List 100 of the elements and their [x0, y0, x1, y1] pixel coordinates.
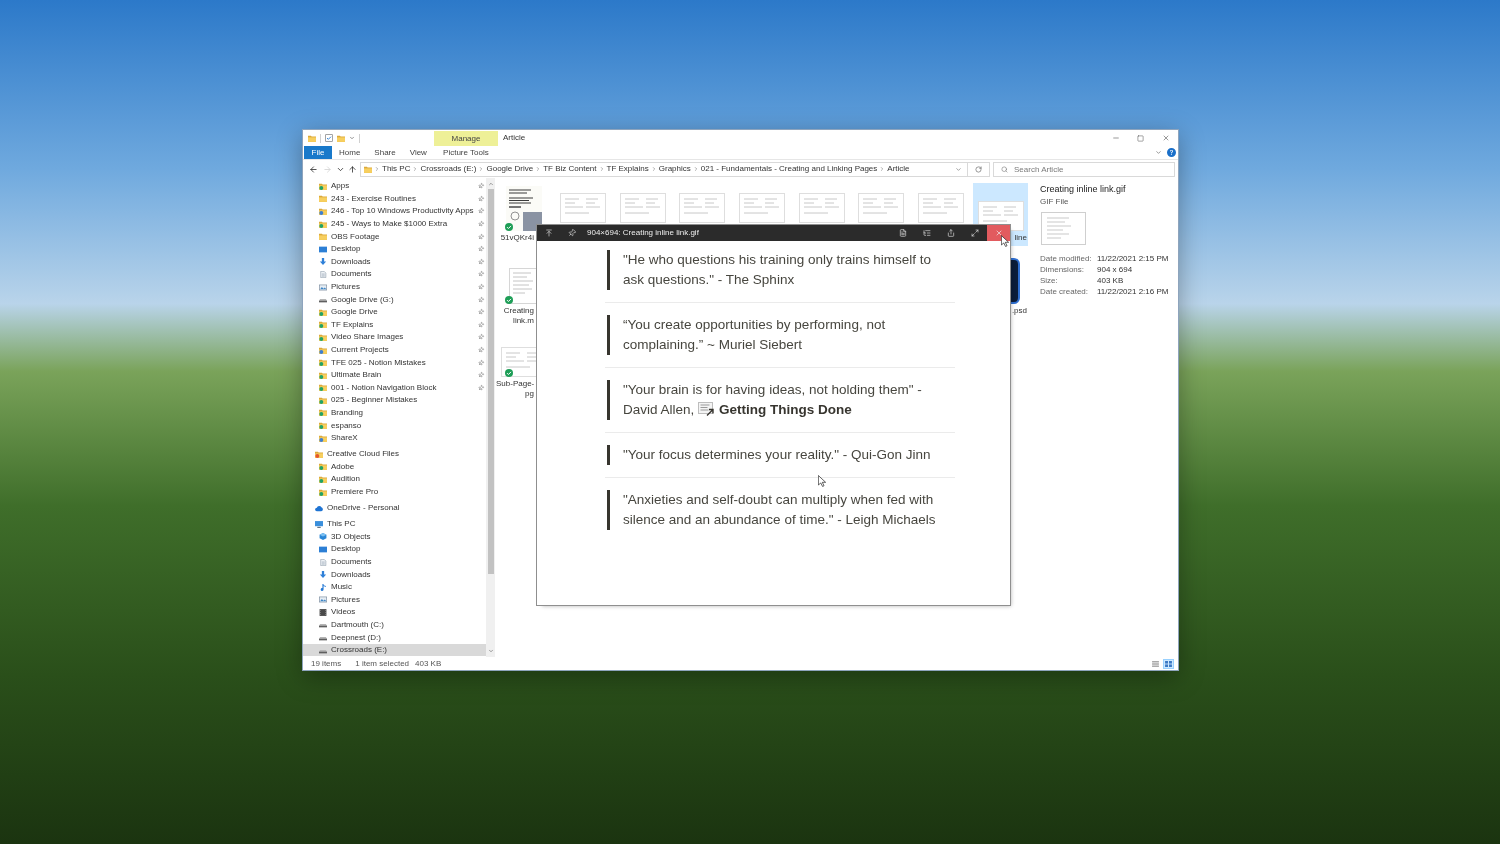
up-arrow-icon[interactable] [347, 164, 357, 174]
folder-icon[interactable] [308, 134, 316, 142]
synced-folder-icon [319, 463, 327, 471]
scroll-up-icon[interactable] [487, 181, 494, 187]
breadcrumb[interactable]: Article [887, 164, 910, 174]
page-link[interactable]: Getting Things Done [719, 402, 852, 417]
refresh-icon [975, 165, 982, 173]
pin-to-top-icon[interactable] [545, 229, 553, 237]
minimize-icon[interactable] [1111, 134, 1120, 142]
file-tab[interactable]: File [304, 146, 332, 159]
ribbon-tab[interactable]: Home [332, 146, 368, 159]
sidebar-item[interactable]: TF Explains [303, 318, 486, 332]
cube-icon [319, 533, 327, 541]
sidebar-item[interactable]: Creative Cloud Files [303, 447, 486, 461]
film-icon [319, 608, 327, 616]
sidebar-item[interactable]: Crossroads (E:) [303, 643, 486, 657]
sidebar-item[interactable]: OneDrive - Personal [303, 501, 486, 515]
sidebar-item[interactable]: espanso [303, 419, 486, 432]
sidebar-item[interactable]: 3D Objects [303, 530, 486, 544]
selection-info: 1 item selected [355, 657, 410, 670]
quote-bar [607, 250, 610, 290]
property-label: Date modified: [1040, 252, 1093, 265]
sidebar-item[interactable]: Music [303, 580, 486, 594]
drive-icon [319, 296, 327, 304]
ribbon-tab[interactable]: Picture Tools [433, 146, 498, 159]
breadcrumb[interactable]: This PC [382, 164, 411, 174]
sidebar-item[interactable]: Premiere Pro [303, 485, 486, 499]
chevron-right-icon [598, 166, 605, 172]
close-icon[interactable] [1161, 134, 1170, 142]
document-icon[interactable] [899, 229, 907, 237]
quote-text: “You create opportunities by performing, not complaining.” ~ Muriel Siebert [623, 316, 887, 354]
picture-icon [319, 596, 327, 604]
scrollbar[interactable] [486, 178, 495, 657]
list-tree-icon[interactable] [923, 229, 931, 237]
sidebar-item[interactable]: OBS Footage [303, 230, 486, 243]
sidebar-item[interactable]: Adobe [303, 460, 486, 474]
chevron-right-icon [692, 166, 699, 172]
sidebar-item[interactable]: 245 - Ways to Make $1000 Extra [303, 217, 486, 231]
sidebar-item[interactable]: ShareX [303, 431, 486, 445]
sidebar-item[interactable]: 025 - Beginner Mistakes [303, 394, 486, 407]
scroll-down-icon[interactable] [487, 648, 494, 654]
breadcrumb[interactable]: Graphics [658, 164, 691, 174]
sidebar-item[interactable]: Desktop [303, 242, 486, 256]
refresh-button[interactable] [968, 161, 990, 177]
ribbon-tab[interactable]: View [402, 146, 434, 159]
ribbon-tab[interactable]: Share [367, 146, 403, 159]
help-icon[interactable] [1167, 148, 1176, 157]
breadcrumb[interactable]: Google Drive [486, 164, 534, 174]
file-item[interactable]: 51vQKr4i [496, 183, 551, 246]
properties-icon[interactable] [325, 134, 333, 142]
sidebar-item[interactable]: Documents [303, 268, 486, 281]
view-button[interactable] [1150, 658, 1161, 669]
folder-icon [319, 195, 327, 203]
breadcrumb[interactable]: 021 - Fundamentals - Creating and Linking Pages [700, 164, 878, 174]
share-icon[interactable] [947, 229, 955, 237]
sidebar-item[interactable]: Apps [303, 180, 486, 193]
sidebar-item[interactable]: TFE 025 - Notion Mistakes [303, 356, 486, 369]
details-view-icon [1152, 660, 1159, 667]
scrollbar-thumb[interactable] [487, 189, 494, 574]
sidebar-item[interactable]: Ultimate Brain [303, 368, 486, 382]
search-field[interactable]: Search Article [993, 161, 1175, 177]
sidebar-item[interactable]: Documents [303, 555, 486, 569]
sidebar-item[interactable]: 246 - Top 10 Windows Productivity Apps [303, 205, 486, 218]
sidebar-item[interactable]: 243 - Exercise Routines [303, 192, 486, 206]
sidebar-item[interactable]: Branding [303, 406, 486, 420]
sidebar-item[interactable]: Google Drive [303, 305, 486, 319]
quote-bar [607, 315, 610, 355]
sidebar-item[interactable]: Pictures [303, 593, 486, 607]
address-bar[interactable]: This PC Crossroads (E:) Google Drive TF Biz Content TF Explains Graphics 021 - Fundamentals - Creating and Linking Pages Article [360, 161, 968, 177]
breadcrumb[interactable]: Crossroads (E:) [420, 164, 477, 174]
image-thumbnail [1041, 212, 1086, 245]
sidebar-item[interactable]: Current Projects [303, 343, 486, 357]
view-button[interactable] [1163, 658, 1174, 669]
sidebar-item[interactable]: Deepnest (D:) [303, 631, 486, 644]
close-button[interactable] [987, 225, 1010, 241]
sidebar-item[interactable]: Video Share Images [303, 331, 486, 344]
breadcrumb[interactable]: TF Biz Content [543, 164, 597, 174]
synced-folder-icon [319, 220, 327, 228]
desktop-icon [319, 245, 327, 253]
sidebar-item[interactable]: Audition [303, 473, 486, 486]
pin-icon[interactable] [566, 227, 578, 239]
caret-down-icon[interactable] [349, 135, 355, 141]
sidebar-item[interactable]: 001 - Notion Navigation Block [303, 381, 486, 395]
breadcrumb[interactable]: TF Explains [606, 164, 649, 174]
sidebar-item[interactable]: Google Drive (G:) [303, 293, 486, 306]
chevron-right-icon [650, 166, 657, 172]
new-folder-icon[interactable] [337, 134, 345, 142]
picture-icon [319, 283, 327, 291]
sidebar-item[interactable]: Downloads [303, 568, 486, 581]
maximize-icon[interactable] [1137, 134, 1144, 142]
tab-group-header: Manage [434, 131, 498, 146]
sidebar-item[interactable]: Pictures [303, 280, 486, 294]
sidebar-item[interactable]: Dartmouth (C:) [303, 618, 486, 632]
sidebar-item[interactable]: This PC [303, 517, 486, 531]
sidebar-item[interactable]: Desktop [303, 543, 486, 556]
sidebar-item[interactable]: Videos [303, 606, 486, 619]
expand-icon[interactable] [971, 229, 979, 237]
caret-down-icon[interactable] [1155, 149, 1162, 156]
back-arrow-icon[interactable] [308, 164, 318, 174]
sidebar-item[interactable]: Downloads [303, 255, 486, 269]
